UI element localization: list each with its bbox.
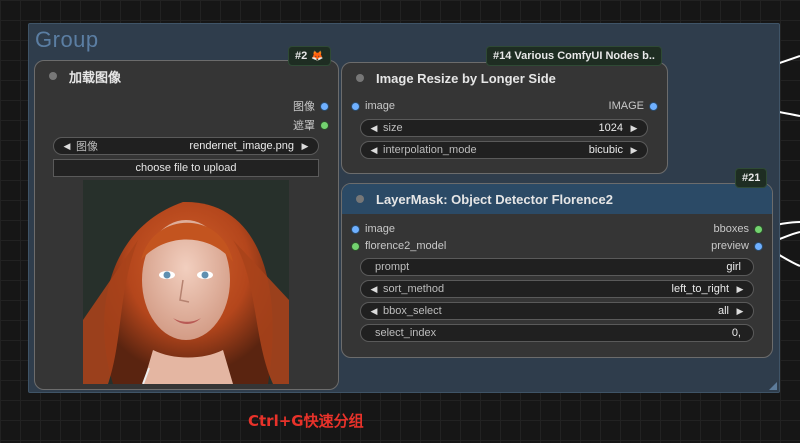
load-image-title-text: 加载图像: [69, 69, 122, 85]
collapse-dot-icon[interactable]: [356, 195, 364, 203]
bboxes-output-dot-icon[interactable]: [755, 225, 762, 233]
bbox-select-value: all: [717, 305, 729, 317]
output-bboxes-slot[interactable]: bboxes: [714, 221, 762, 237]
image-output-dot-icon[interactable]: [650, 102, 657, 110]
input-florence2-model-label: florence2_model: [365, 240, 447, 252]
mask-output-dot-icon[interactable]: [321, 121, 328, 129]
image-resize-node[interactable]: Image Resize by Longer Side image IMAGE …: [341, 62, 668, 174]
output-image-slot[interactable]: 图像: [293, 98, 328, 114]
collapse-dot-icon[interactable]: [356, 74, 364, 82]
sort-method-value: left_to_right: [671, 283, 729, 295]
image-resize-title-text: Image Resize by Longer Side: [376, 70, 556, 86]
increment-arrow-icon[interactable]: ▶: [629, 123, 639, 134]
group-resize-handle[interactable]: [769, 382, 777, 390]
combo-right-arrow-icon[interactable]: ▶: [735, 306, 745, 317]
sort-method-label: sort_method: [383, 283, 445, 295]
model-input-dot-icon[interactable]: [352, 242, 359, 250]
preview-output-dot-icon[interactable]: [755, 242, 762, 250]
input-image-label: image: [365, 100, 395, 112]
image-widget-value: rendernet_image.png: [189, 140, 294, 152]
interpolation-mode-value: bicubic: [588, 144, 623, 156]
select-index-value: 0,: [731, 327, 741, 339]
combo-left-arrow-icon[interactable]: ◀: [369, 306, 379, 317]
group-title[interactable]: Group: [35, 27, 99, 53]
object-detector-florence2-node[interactable]: LayerMask: Object Detector Florence2 ima…: [341, 183, 773, 358]
image-combo-widget[interactable]: ◀ 图像 rendernet_image.png ▶: [53, 137, 319, 155]
preview-image: [83, 180, 289, 384]
output-preview-label: preview: [711, 240, 749, 252]
florence2-title-text: LayerMask: Object Detector Florence2: [376, 191, 613, 207]
size-widget[interactable]: ◀ size 1024 ▶: [360, 119, 648, 137]
prompt-value: girl: [726, 261, 741, 273]
node-id-badge-14: #14 Various ComfyUI Nodes b..: [486, 46, 662, 66]
decrement-arrow-icon[interactable]: ◀: [369, 123, 379, 134]
output-mask-label: 遮罩: [293, 120, 315, 132]
florence2-node-title[interactable]: LayerMask: Object Detector Florence2: [342, 184, 772, 214]
bbox-select-label: bbox_select: [383, 305, 442, 317]
image-output-dot-icon[interactable]: [321, 102, 328, 110]
bbox-select-widget[interactable]: ◀ bbox_select all ▶: [360, 302, 754, 320]
output-IMAGE-slot[interactable]: IMAGE: [609, 98, 657, 114]
interpolation-mode-widget[interactable]: ◀ interpolation_mode bicubic ▶: [360, 141, 648, 159]
select-index-label: select_index: [375, 327, 437, 339]
sort-method-widget[interactable]: ◀ sort_method left_to_right ▶: [360, 280, 754, 298]
prompt-label: prompt: [375, 261, 410, 273]
image-input-dot-icon[interactable]: [352, 102, 359, 110]
badge-14-text: #14 Various ComfyUI Nodes b..: [493, 50, 655, 62]
combo-right-arrow-icon[interactable]: ▶: [300, 141, 310, 152]
shortcut-caption: Ctrl+G快速分组: [248, 412, 364, 430]
select-index-widget[interactable]: select_index 0,: [360, 324, 754, 342]
badge-2-text: #2: [295, 50, 308, 62]
node-id-badge-2: #2 🦊: [288, 46, 331, 66]
combo-left-arrow-icon[interactable]: ◀: [369, 145, 379, 156]
output-bboxes-label: bboxes: [713, 223, 749, 235]
input-image-label: image: [365, 223, 395, 235]
load-image-node[interactable]: 加载图像 图像 遮罩 ◀ 图像 rendernet_image.png ▶ ch…: [34, 60, 339, 390]
collapse-dot-icon[interactable]: [49, 72, 57, 80]
size-label: size: [383, 122, 403, 134]
badge-21-text: #21: [742, 172, 761, 184]
interpolation-mode-label: interpolation_mode: [383, 144, 477, 156]
input-florence2-model-slot[interactable]: florence2_model: [352, 238, 446, 254]
output-preview-slot[interactable]: preview: [711, 238, 762, 254]
combo-left-arrow-icon[interactable]: ◀: [369, 284, 379, 295]
image-input-dot-icon[interactable]: [352, 225, 359, 233]
output-IMAGE-label: IMAGE: [608, 100, 644, 112]
combo-left-arrow-icon[interactable]: ◀: [62, 141, 72, 152]
node-id-badge-21: #21: [735, 168, 768, 188]
fox-icon: 🦊: [311, 50, 324, 62]
combo-right-arrow-icon[interactable]: ▶: [735, 284, 745, 295]
upload-file-button[interactable]: choose file to upload: [53, 159, 319, 177]
prompt-widget[interactable]: prompt girl: [360, 258, 754, 276]
combo-right-arrow-icon[interactable]: ▶: [629, 145, 639, 156]
input-image-slot[interactable]: image: [352, 98, 395, 114]
size-value: 1024: [598, 122, 623, 134]
input-image-slot[interactable]: image: [352, 221, 395, 237]
image-widget-label: 图像: [76, 141, 98, 153]
output-mask-slot[interactable]: 遮罩: [293, 117, 328, 133]
image-resize-node-title[interactable]: Image Resize by Longer Side: [342, 63, 667, 93]
output-image-label: 图像: [293, 101, 315, 113]
